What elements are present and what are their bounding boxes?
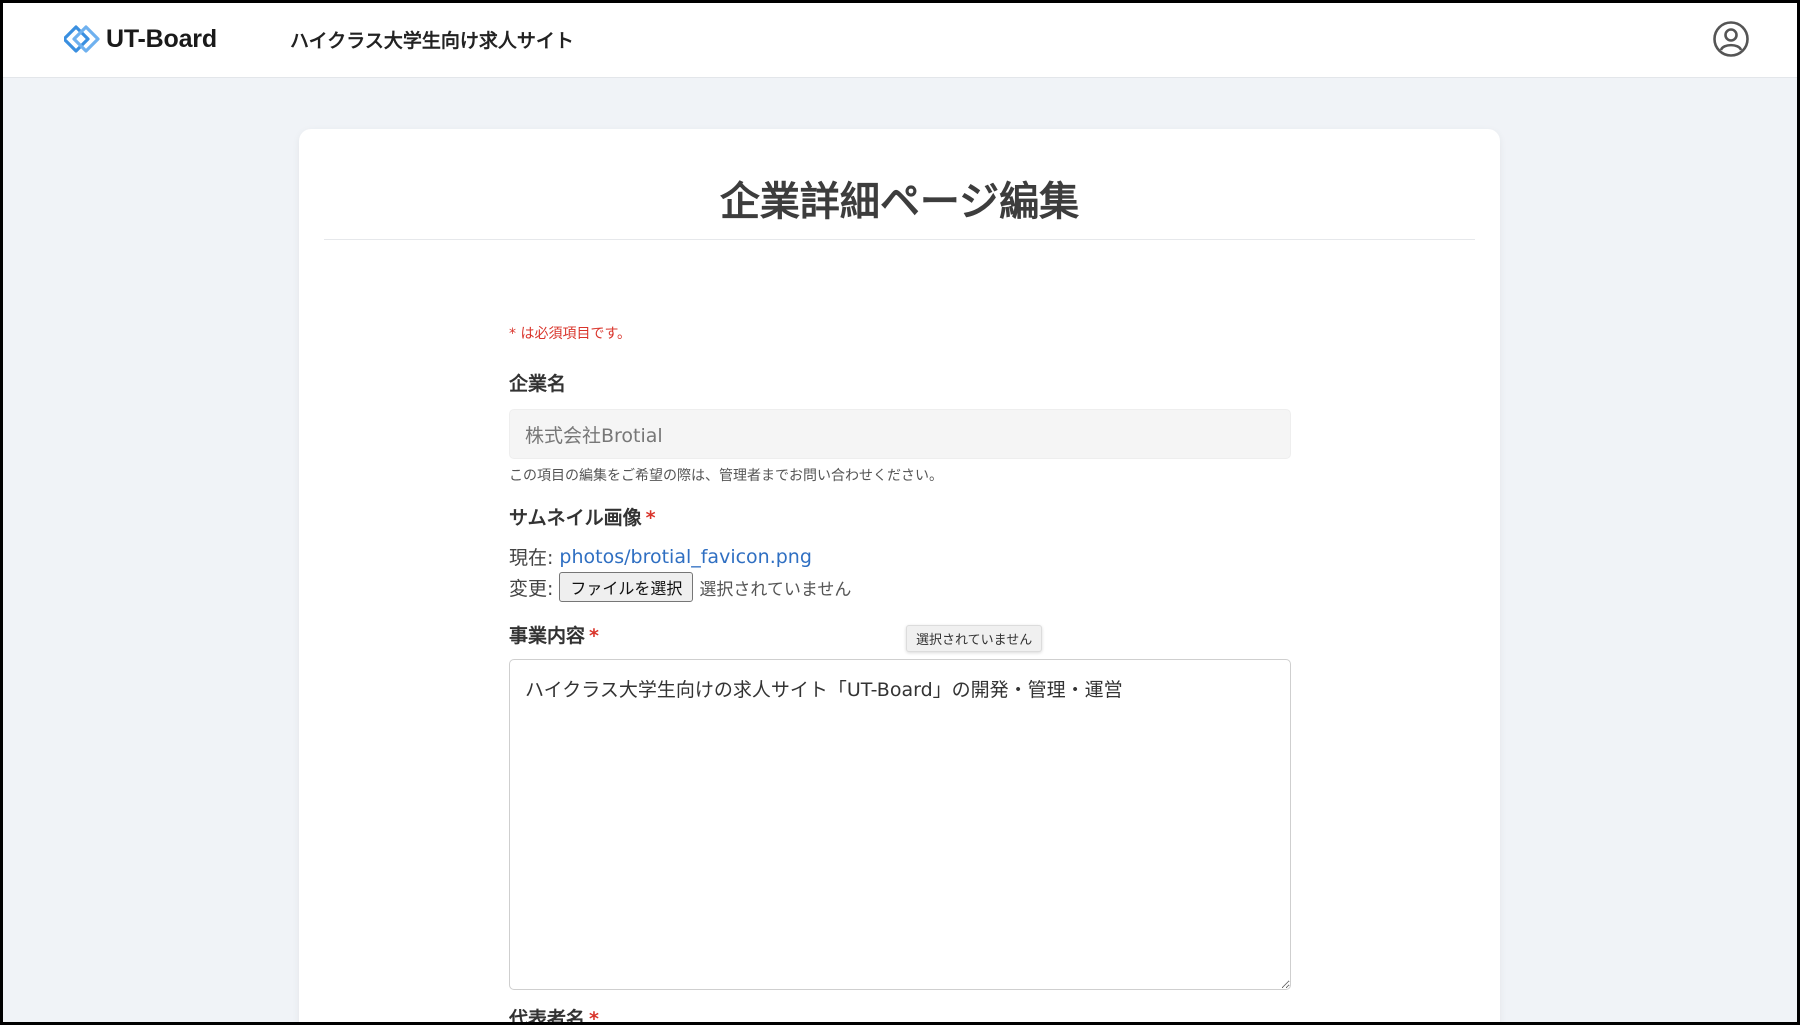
user-account-icon[interactable] <box>1712 20 1750 58</box>
logo-icon <box>64 25 100 53</box>
company-name-input[interactable] <box>509 409 1291 459</box>
business-label-text: 事業内容 <box>509 625 586 647</box>
business-label: 事業内容 * <box>509 621 599 648</box>
required-note: * は必須項目です。 <box>509 326 632 342</box>
representative-label: 代表者名 * <box>509 1004 599 1025</box>
no-file-selected-text: 選択されていません <box>699 579 852 600</box>
change-file-row: 変更: ファイルを選択 選択されていません <box>509 572 851 602</box>
thumbnail-label: サムネイル画像 * <box>509 503 656 530</box>
site-tagline: ハイクラス大学生向け求人サイト <box>290 30 574 52</box>
representative-label-text: 代表者名 <box>509 1008 586 1025</box>
business-description-textarea[interactable]: ハイクラス大学生向けの求人サイト「UT-Board」の開発・管理・運営 <box>509 659 1291 990</box>
edit-card: 企業詳細ページ編集 * は必須項目です。 企業名 この項目の編集をご希望の際は、… <box>299 129 1500 1025</box>
current-file-link[interactable]: photos/brotial_favicon.png <box>559 546 812 568</box>
page-title: 企業詳細ページ編集 <box>719 179 1080 225</box>
site-logo[interactable]: UT-Board <box>64 22 217 56</box>
change-file-label: 変更: <box>509 577 554 600</box>
required-star: * <box>645 507 656 529</box>
logo-text: UT-Board <box>106 24 217 53</box>
file-input-tooltip: 選択されていません <box>906 625 1043 652</box>
current-file-row: 現在: photos/brotial_favicon.png <box>509 543 812 570</box>
choose-file-button[interactable]: ファイルを選択 <box>559 572 694 602</box>
company-name-label: 企業名 <box>509 373 567 395</box>
required-star: * <box>589 625 599 647</box>
company-name-help: この項目の編集をご希望の際は、管理者までお問い合わせください。 <box>509 468 943 484</box>
title-divider <box>324 239 1475 240</box>
current-file-label: 現在: <box>509 547 554 569</box>
thumbnail-label-text: サムネイル画像 <box>509 507 642 529</box>
required-star: * <box>589 1008 599 1025</box>
top-navbar: UT-Board ハイクラス大学生向け求人サイト <box>0 0 1800 78</box>
